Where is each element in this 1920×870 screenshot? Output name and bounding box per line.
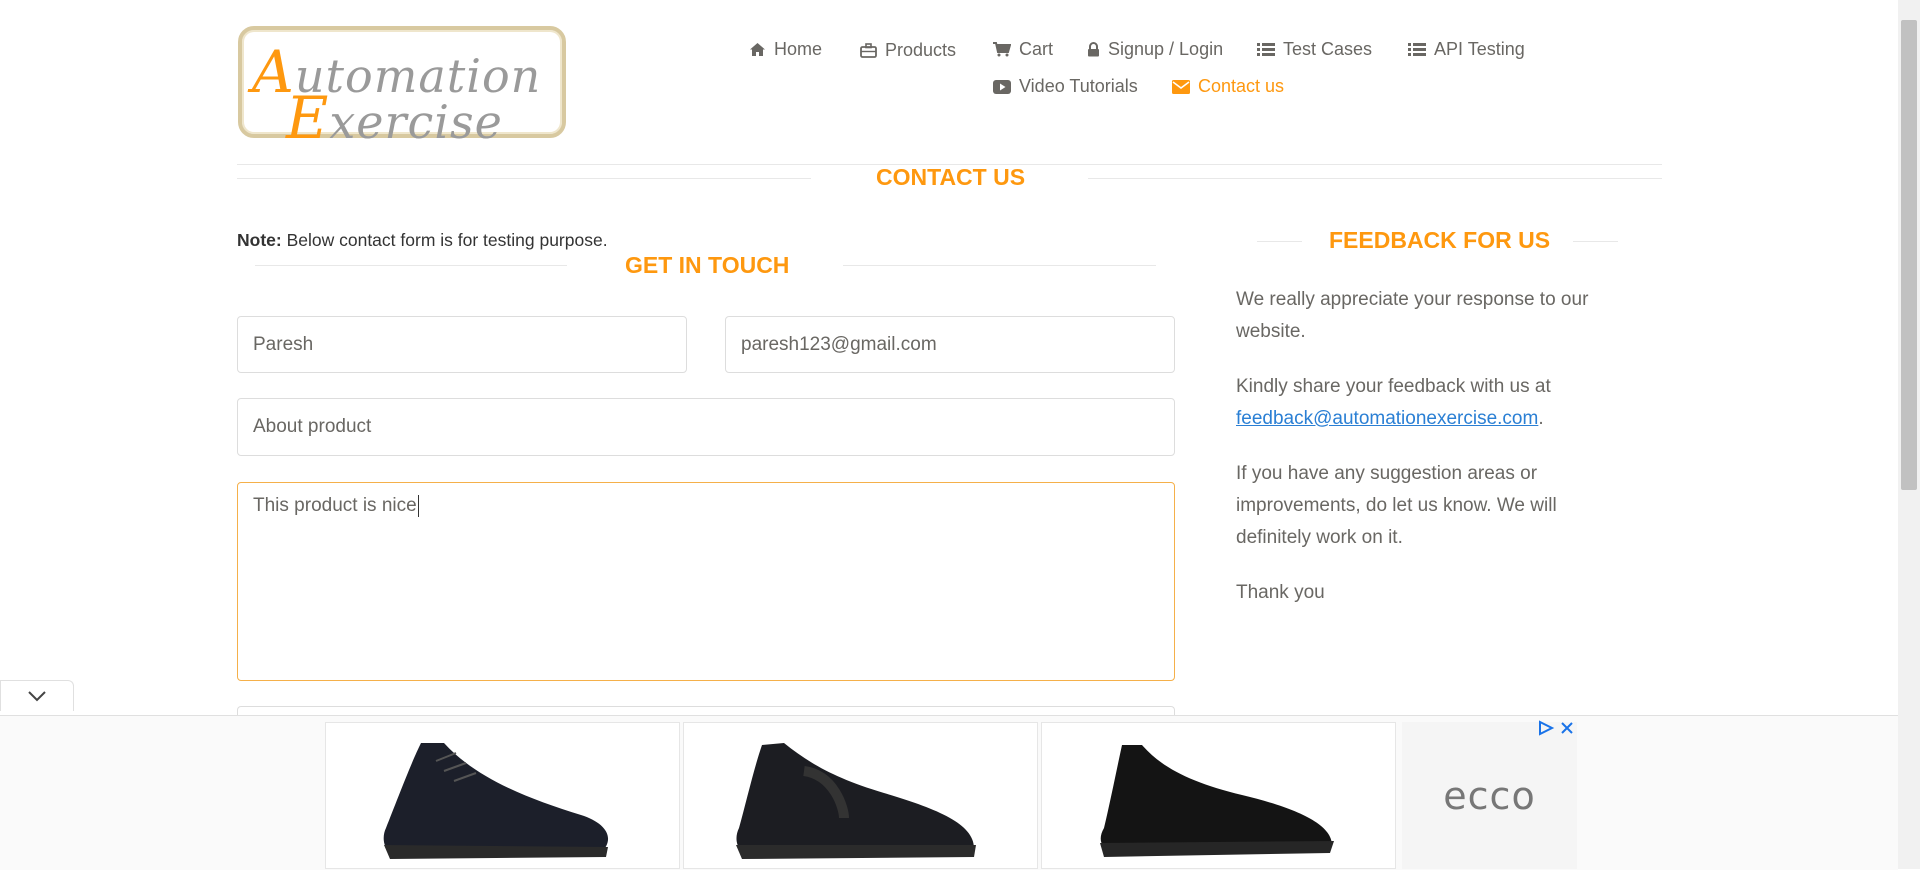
shoe-image bbox=[736, 743, 976, 859]
ad-brand-logo[interactable]: ecco bbox=[1402, 722, 1577, 869]
adchoices-icon[interactable] bbox=[1537, 720, 1555, 736]
nav-home[interactable]: Home bbox=[749, 39, 822, 60]
name-input[interactable]: Paresh bbox=[237, 316, 687, 373]
feedback-rule-left bbox=[1257, 241, 1302, 242]
form-note: Note: Below contact form is for testing … bbox=[237, 230, 608, 250]
subject-input[interactable]: About product bbox=[237, 398, 1175, 456]
nav-video-tutorials[interactable]: Video Tutorials bbox=[993, 76, 1138, 97]
feedback-rule-right bbox=[1573, 241, 1618, 242]
briefcase-icon bbox=[860, 43, 877, 58]
get-in-touch-heading: GET IN TOUCH bbox=[625, 252, 790, 278]
feedback-paragraph-1: We really appreciate your response to ou… bbox=[1236, 289, 1589, 342]
feedback-paragraph-3: If you have any suggestion areas or impr… bbox=[1236, 463, 1557, 548]
git-rule-right bbox=[843, 265, 1156, 266]
git-rule-left bbox=[255, 265, 567, 266]
nav-cart[interactable]: Cart bbox=[993, 39, 1053, 60]
ad-product-1[interactable] bbox=[325, 722, 680, 869]
lock-icon bbox=[1088, 42, 1099, 57]
nav-api-testing[interactable]: API Testing bbox=[1408, 39, 1525, 60]
feedback-heading: FEEDBACK FOR US bbox=[1329, 227, 1551, 253]
feedback-email-link[interactable]: feedback@automationexercise.com bbox=[1236, 408, 1538, 429]
ad-product-2[interactable] bbox=[683, 722, 1038, 869]
nav-signup-login[interactable]: Signup / Login bbox=[1087, 39, 1223, 60]
feedback-paragraph-4: Thank you bbox=[1236, 582, 1325, 603]
chevron-down-icon bbox=[28, 691, 46, 702]
list-icon bbox=[1408, 43, 1426, 56]
ad-collapse-toggle[interactable] bbox=[0, 680, 74, 711]
site-logo[interactable]: Automation Exercise bbox=[238, 26, 566, 152]
close-icon[interactable] bbox=[1560, 721, 1574, 735]
message-textarea[interactable]: This product is nice bbox=[237, 482, 1175, 681]
page-title: CONTACT US bbox=[876, 164, 1026, 190]
home-icon bbox=[750, 43, 765, 56]
envelope-icon bbox=[1172, 79, 1190, 94]
cart-icon bbox=[993, 42, 1011, 57]
shoe-image bbox=[1100, 745, 1334, 857]
nav-contact-us[interactable]: Contact us bbox=[1172, 76, 1284, 97]
title-rule-left bbox=[237, 178, 811, 179]
youtube-icon bbox=[993, 79, 1011, 94]
shoe-image bbox=[383, 743, 609, 859]
title-rule-right bbox=[1088, 178, 1662, 179]
feedback-paragraph-2: Kindly share your feedback with us at fe… bbox=[1236, 376, 1551, 429]
email-input[interactable]: paresh123@gmail.com bbox=[725, 316, 1175, 373]
ad-product-3[interactable] bbox=[1041, 722, 1396, 869]
nav-products[interactable]: Products bbox=[860, 40, 956, 61]
scrollbar-thumb[interactable] bbox=[1901, 20, 1917, 490]
nav-test-cases[interactable]: Test Cases bbox=[1257, 39, 1372, 60]
list-icon bbox=[1257, 43, 1275, 56]
text-caret bbox=[417, 495, 419, 517]
